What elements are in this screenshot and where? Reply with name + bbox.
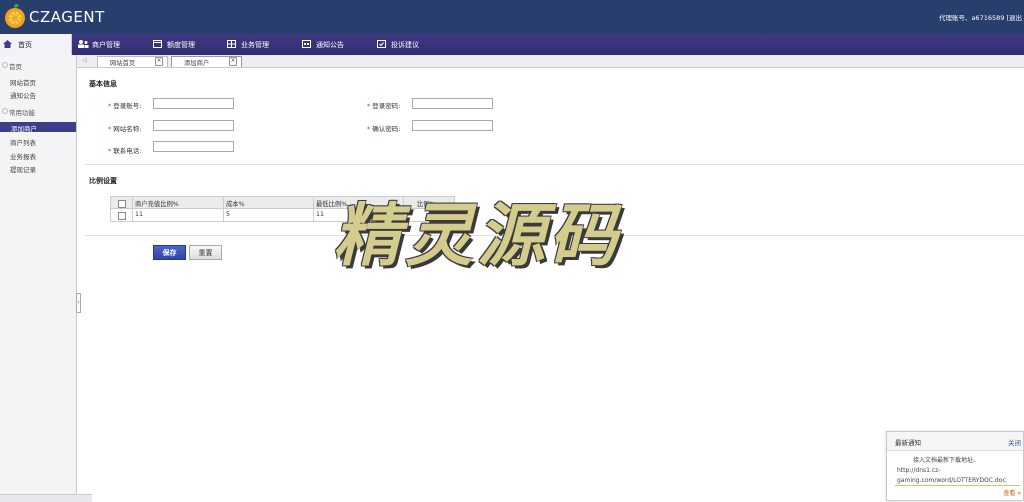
window-icon [153, 40, 162, 48]
divider [895, 485, 1020, 486]
site-name-input[interactable] [153, 120, 234, 131]
reset-button[interactable]: 重置 [189, 245, 222, 260]
collapse-dot-icon [2, 62, 8, 68]
sidebar-group-home[interactable]: 首页 [2, 61, 22, 71]
feedback-icon [377, 40, 386, 48]
sidebar-item-label: 添加商户 [11, 125, 37, 133]
sidebar-group-label: 常用功能 [9, 109, 35, 117]
close-icon[interactable]: × [229, 57, 237, 66]
sidebar-group-common[interactable]: 常用功能 [2, 107, 35, 117]
notice-popup: 最新通知 关闭 接入文档最新下载地址、http://dns1.cz-gaming… [886, 431, 1024, 501]
main-nav: 首页 商户管理 额度管理 业务管理 通知公告 投诉建议 [0, 34, 1024, 55]
grid-cell[interactable]: 5 [226, 211, 230, 218]
login-password-input[interactable] [412, 98, 493, 109]
tab-scroll-left-icon[interactable]: ◁ [82, 57, 87, 64]
row-checkbox[interactable] [118, 212, 126, 220]
sidebar-group-label: 首页 [9, 63, 22, 71]
phone-label: * 联系电话: [108, 147, 142, 155]
sidebar-item-add-merchant[interactable]: 添加商户 [0, 122, 76, 133]
nav-home-tab[interactable]: 首页 [0, 34, 72, 55]
nav-home-label: 首页 [18, 41, 32, 49]
sidebar: 首页 网站首页 通知公告 常用功能 添加商户 商户列表 业务报表 提现记录 [0, 55, 77, 501]
account-info[interactable]: 代理账号、a6716589 [退出 [939, 12, 1022, 22]
users-icon [78, 40, 89, 48]
divider [85, 164, 1024, 165]
login-account-input[interactable] [153, 98, 234, 109]
watermark-text: 精灵源码 [333, 197, 622, 276]
notice-close-link[interactable]: 关闭 [1008, 437, 1021, 447]
ratio-settings-title: 比例设置 [89, 177, 117, 185]
app-logo-text: CZAGENT [29, 8, 105, 26]
orange-logo-icon [5, 4, 25, 28]
grid-cell[interactable]: 11 [316, 211, 324, 218]
login-account-label: * 登录账号: [108, 102, 142, 110]
sidebar-item-withdraw-records[interactable]: 提现记录 [10, 164, 36, 174]
tab-site-home[interactable]: 网站首页 × [97, 56, 168, 67]
tab-label: 网站首页 [110, 60, 136, 67]
nav-label: 通知公告 [316, 41, 344, 49]
tab-add-merchant[interactable]: 添加商户 × [171, 56, 242, 67]
nav-label: 商户管理 [92, 41, 120, 49]
calendar-icon [302, 40, 311, 48]
nav-label: 业务管理 [241, 41, 269, 49]
select-all-checkbox[interactable] [118, 200, 126, 208]
tab-strip: ◁ 网站首页 × 添加商户 × [77, 55, 1024, 68]
confirm-password-input[interactable] [412, 120, 493, 131]
sidebar-item-notices[interactable]: 通知公告 [10, 90, 36, 100]
nav-label: 投诉建议 [391, 41, 419, 49]
top-bar: CZAGENT 代理账号、a6716589 [退出 [0, 0, 1024, 34]
sidebar-collapse-handle[interactable]: ‹ [76, 293, 81, 313]
notice-body: 接入文档最新下载地址、http://dns1.cz-gaming.com/wor… [897, 457, 1006, 484]
nav-label: 额度管理 [167, 41, 195, 49]
login-password-label: * 登录密码: [367, 102, 401, 110]
sidebar-item-merchant-list[interactable]: 商户列表 [10, 137, 36, 147]
notice-more-link[interactable]: 查看 » [1003, 488, 1021, 497]
sidebar-item-business-report[interactable]: 业务报表 [10, 151, 36, 161]
notice-title: 最新通知 [895, 439, 921, 447]
notice-header: 最新通知 关闭 [887, 432, 1023, 451]
save-button[interactable]: 保存 [153, 245, 186, 260]
confirm-password-label: * 确认密码: [367, 125, 401, 133]
grid-header-cell: 商户充值比例% [135, 201, 179, 208]
grid-cell[interactable]: 11 [135, 211, 143, 218]
tab-label: 添加商户 [184, 60, 210, 67]
grid-icon [227, 40, 236, 48]
home-icon [3, 40, 12, 48]
site-name-label: * 网站名称: [108, 125, 142, 133]
close-icon[interactable]: × [155, 57, 163, 66]
sidebar-item-site-home[interactable]: 网站首页 [10, 77, 36, 87]
basic-info-title: 基本信息 [89, 80, 117, 88]
grid-header-cell: 成本% [226, 201, 245, 208]
collapse-dot-icon [2, 108, 8, 114]
phone-input[interactable] [153, 141, 234, 152]
